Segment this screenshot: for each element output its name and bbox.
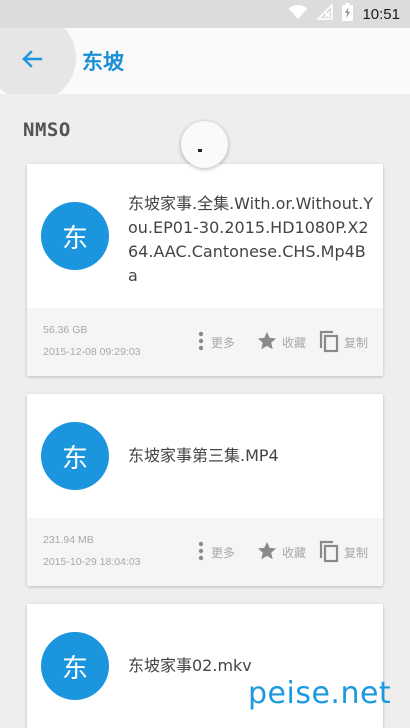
more-vert-icon [195, 330, 207, 355]
avatar: 东 [41, 632, 109, 700]
file-card-header: 东 东坡家事第三集.MP4 [27, 394, 383, 518]
more-vert-icon [195, 540, 207, 565]
favorite-label: 收藏 [282, 335, 307, 350]
watermark: peise.net [248, 676, 392, 711]
file-size: 231.94 MB [43, 534, 94, 546]
file-name: 东坡家事02.mkv [128, 656, 252, 675]
file-name: 东坡家事.全集.With.or.Without.You.EP01-30.2015… [128, 194, 373, 285]
page-title: 东坡 [82, 50, 124, 74]
avatar: 东 [41, 202, 109, 270]
battery-charging-icon [342, 3, 354, 25]
wifi-icon [288, 4, 308, 24]
copy-button[interactable]: 复制 [318, 538, 368, 566]
more-label: 更多 [211, 545, 236, 560]
copy-button[interactable]: 复制 [318, 328, 368, 356]
back-arrow-icon [21, 48, 43, 74]
spinner-indicator [197, 149, 202, 152]
file-card-footer: 56.36 GB 2015-12-08 09:29:03 更多 收藏 复制 [27, 308, 383, 376]
status-time: 10:51 [362, 5, 400, 23]
star-icon [256, 540, 278, 565]
file-card[interactable]: 东 东坡家事.全集.With.or.Without.You.EP01-30.20… [27, 164, 383, 376]
favorite-label: 收藏 [282, 545, 307, 560]
back-button[interactable] [14, 43, 50, 79]
more-label: 更多 [211, 335, 236, 350]
status-bar: 10:51 [0, 0, 410, 28]
more-button[interactable]: 更多 [195, 538, 235, 566]
star-icon [256, 330, 278, 355]
copy-icon [318, 539, 340, 566]
file-date: 2015-10-29 18:04:03 [43, 556, 141, 568]
copy-label: 复制 [344, 335, 369, 350]
copy-icon [318, 329, 340, 356]
favorite-button[interactable]: 收藏 [256, 328, 306, 356]
file-card-footer: 231.94 MB 2015-10-29 18:04:03 更多 收藏 复制 [27, 518, 383, 586]
file-name: 东坡家事第三集.MP4 [128, 446, 279, 465]
file-card[interactable]: 东 东坡家事第三集.MP4 231.94 MB 2015-10-29 18:04… [27, 394, 383, 586]
section-title: NMSO [23, 119, 71, 141]
status-icons: 10:51 [288, 3, 400, 25]
file-card-header: 东 东坡家事.全集.With.or.Without.You.EP01-30.20… [27, 164, 383, 308]
avatar: 东 [41, 422, 109, 490]
more-button[interactable]: 更多 [195, 328, 235, 356]
file-size: 56.36 GB [43, 324, 88, 336]
file-date: 2015-12-08 09:29:03 [43, 346, 141, 358]
favorite-button[interactable]: 收藏 [256, 538, 306, 566]
no-signal-icon [316, 3, 334, 24]
app-bar: 东坡 [0, 28, 410, 94]
loading-spinner [181, 121, 228, 168]
copy-label: 复制 [344, 545, 369, 560]
